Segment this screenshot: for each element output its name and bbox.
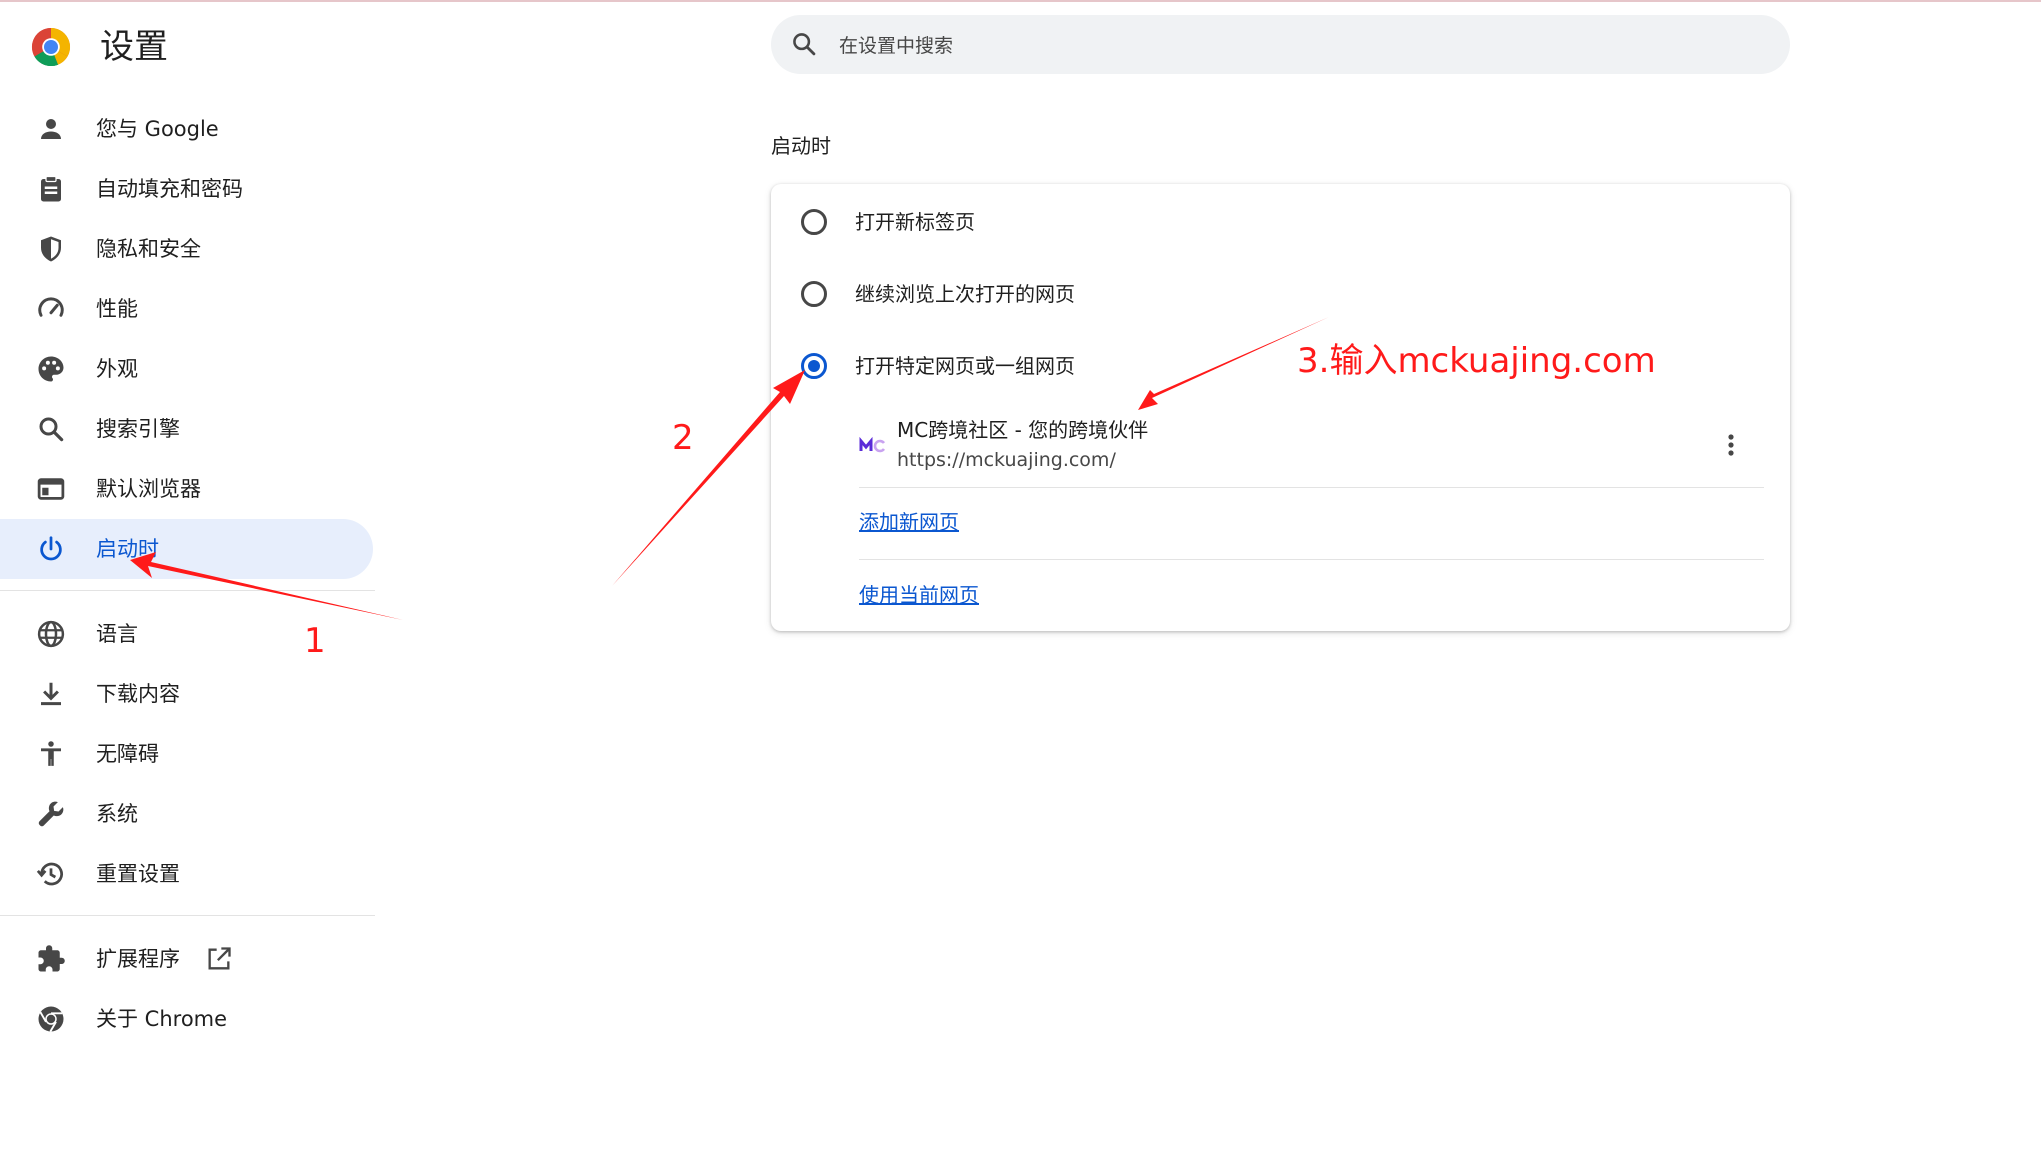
sidebar-item-extensions[interactable]: 扩展程序	[0, 929, 373, 989]
sidebar-item-label: 您与 Google	[96, 117, 219, 141]
radio-button-unchecked[interactable]	[801, 209, 827, 235]
card-divider	[859, 559, 1764, 560]
window-top-border	[0, 0, 2041, 2]
radio-label: 打开新标签页	[855, 210, 975, 234]
add-new-page-link[interactable]: 添加新网页	[859, 507, 959, 537]
power-icon	[40, 536, 62, 561]
globe-icon	[37, 620, 65, 648]
startup-options-card: 打开新标签页 继续浏览上次打开的网页 打开特定网页或一组网页 MC跨境社区 - …	[771, 184, 1790, 631]
browser-window-icon	[37, 478, 65, 500]
radio-button-unchecked[interactable]	[801, 281, 827, 307]
open-in-new-icon	[208, 947, 231, 970]
sidebar-item-about-chrome[interactable]: 关于 Chrome	[0, 989, 373, 1049]
annotation-label-1: 1	[304, 621, 326, 661]
chrome-icon	[38, 1006, 64, 1032]
sidebar-divider	[0, 590, 375, 591]
sidebar-item-label: 关于 Chrome	[96, 1007, 228, 1031]
wrench-icon	[38, 801, 64, 827]
sidebar-item-label: 下载内容	[96, 682, 180, 706]
sidebar-item-you-and-google[interactable]: 您与 Google	[0, 99, 373, 159]
sidebar-item-label: 性能	[96, 297, 138, 321]
sidebar-item-label: 隐私和安全	[96, 237, 201, 261]
settings-search-bar[interactable]	[771, 15, 1790, 76]
sidebar-divider	[0, 915, 375, 916]
sidebar-item-reset-settings[interactable]: 重置设置	[0, 844, 373, 904]
sidebar-item-label: 扩展程序	[96, 947, 180, 971]
startup-page-entry: MC跨境社区 - 您的跨境伙伴 https://mckuajing.com/	[859, 411, 1764, 489]
sidebar-item-default-browser[interactable]: 默认浏览器	[0, 459, 373, 519]
sidebar-item-label: 默认浏览器	[96, 477, 201, 501]
radio-open-new-tab[interactable]: 打开新标签页	[771, 193, 1790, 251]
person-icon	[41, 119, 61, 139]
palette-icon	[38, 356, 64, 382]
use-current-pages-link[interactable]: 使用当前网页	[859, 580, 979, 610]
radio-button-checked[interactable]	[801, 353, 827, 379]
download-icon	[41, 682, 61, 706]
annotation-label-3: 3.输入mckuajing.com	[1297, 341, 1656, 381]
radio-label: 打开特定网页或一组网页	[855, 354, 1075, 378]
sidebar-item-performance[interactable]: 性能	[0, 279, 373, 339]
more-actions-button[interactable]	[1713, 427, 1749, 463]
history-icon	[36, 862, 63, 886]
section-title-on-startup: 启动时	[771, 134, 831, 158]
sidebar-item-label: 重置设置	[96, 862, 180, 886]
search-icon	[793, 33, 816, 56]
sidebar-item-on-startup[interactable]: 启动时	[0, 519, 373, 579]
sidebar-item-label: 无障碍	[96, 742, 159, 766]
radio-continue-where-left-off[interactable]: 继续浏览上次打开的网页	[771, 265, 1790, 323]
startup-page-url: https://mckuajing.com/	[897, 449, 1116, 471]
clipboard-icon	[41, 175, 61, 202]
accessibility-icon	[41, 741, 61, 766]
sidebar-item-privacy[interactable]: 隐私和安全	[0, 219, 373, 279]
puzzle-icon	[38, 945, 65, 972]
mc-favicon-icon	[859, 436, 886, 453]
sidebar-item-system[interactable]: 系统	[0, 784, 373, 844]
sidebar-item-label: 外观	[96, 357, 138, 381]
sidebar-item-autofill[interactable]: 自动填充和密码	[0, 159, 373, 219]
sidebar-item-label: 启动时	[96, 537, 159, 561]
card-divider	[859, 487, 1764, 488]
radio-label: 继续浏览上次打开的网页	[855, 282, 1075, 306]
sidebar-item-label: 搜索引擎	[96, 417, 180, 441]
sidebar-item-appearance[interactable]: 外观	[0, 339, 373, 399]
shield-icon	[41, 236, 61, 262]
chrome-logo-icon	[31, 27, 71, 67]
search-icon	[39, 417, 64, 442]
annotation-label-2: 2	[672, 418, 694, 458]
startup-page-title: MC跨境社区 - 您的跨境伙伴	[897, 418, 1149, 442]
sidebar-item-downloads[interactable]: 下载内容	[0, 664, 373, 724]
speedometer-icon	[38, 297, 64, 317]
page-title: 设置	[100, 27, 168, 67]
sidebar-item-search-engine[interactable]: 搜索引擎	[0, 399, 373, 459]
sidebar-item-accessibility[interactable]: 无障碍	[0, 724, 373, 784]
sidebar-item-label: 语言	[96, 622, 138, 646]
search-input[interactable]	[837, 15, 1761, 76]
sidebar-item-label: 系统	[96, 802, 138, 826]
sidebar-item-label: 自动填充和密码	[96, 177, 243, 201]
